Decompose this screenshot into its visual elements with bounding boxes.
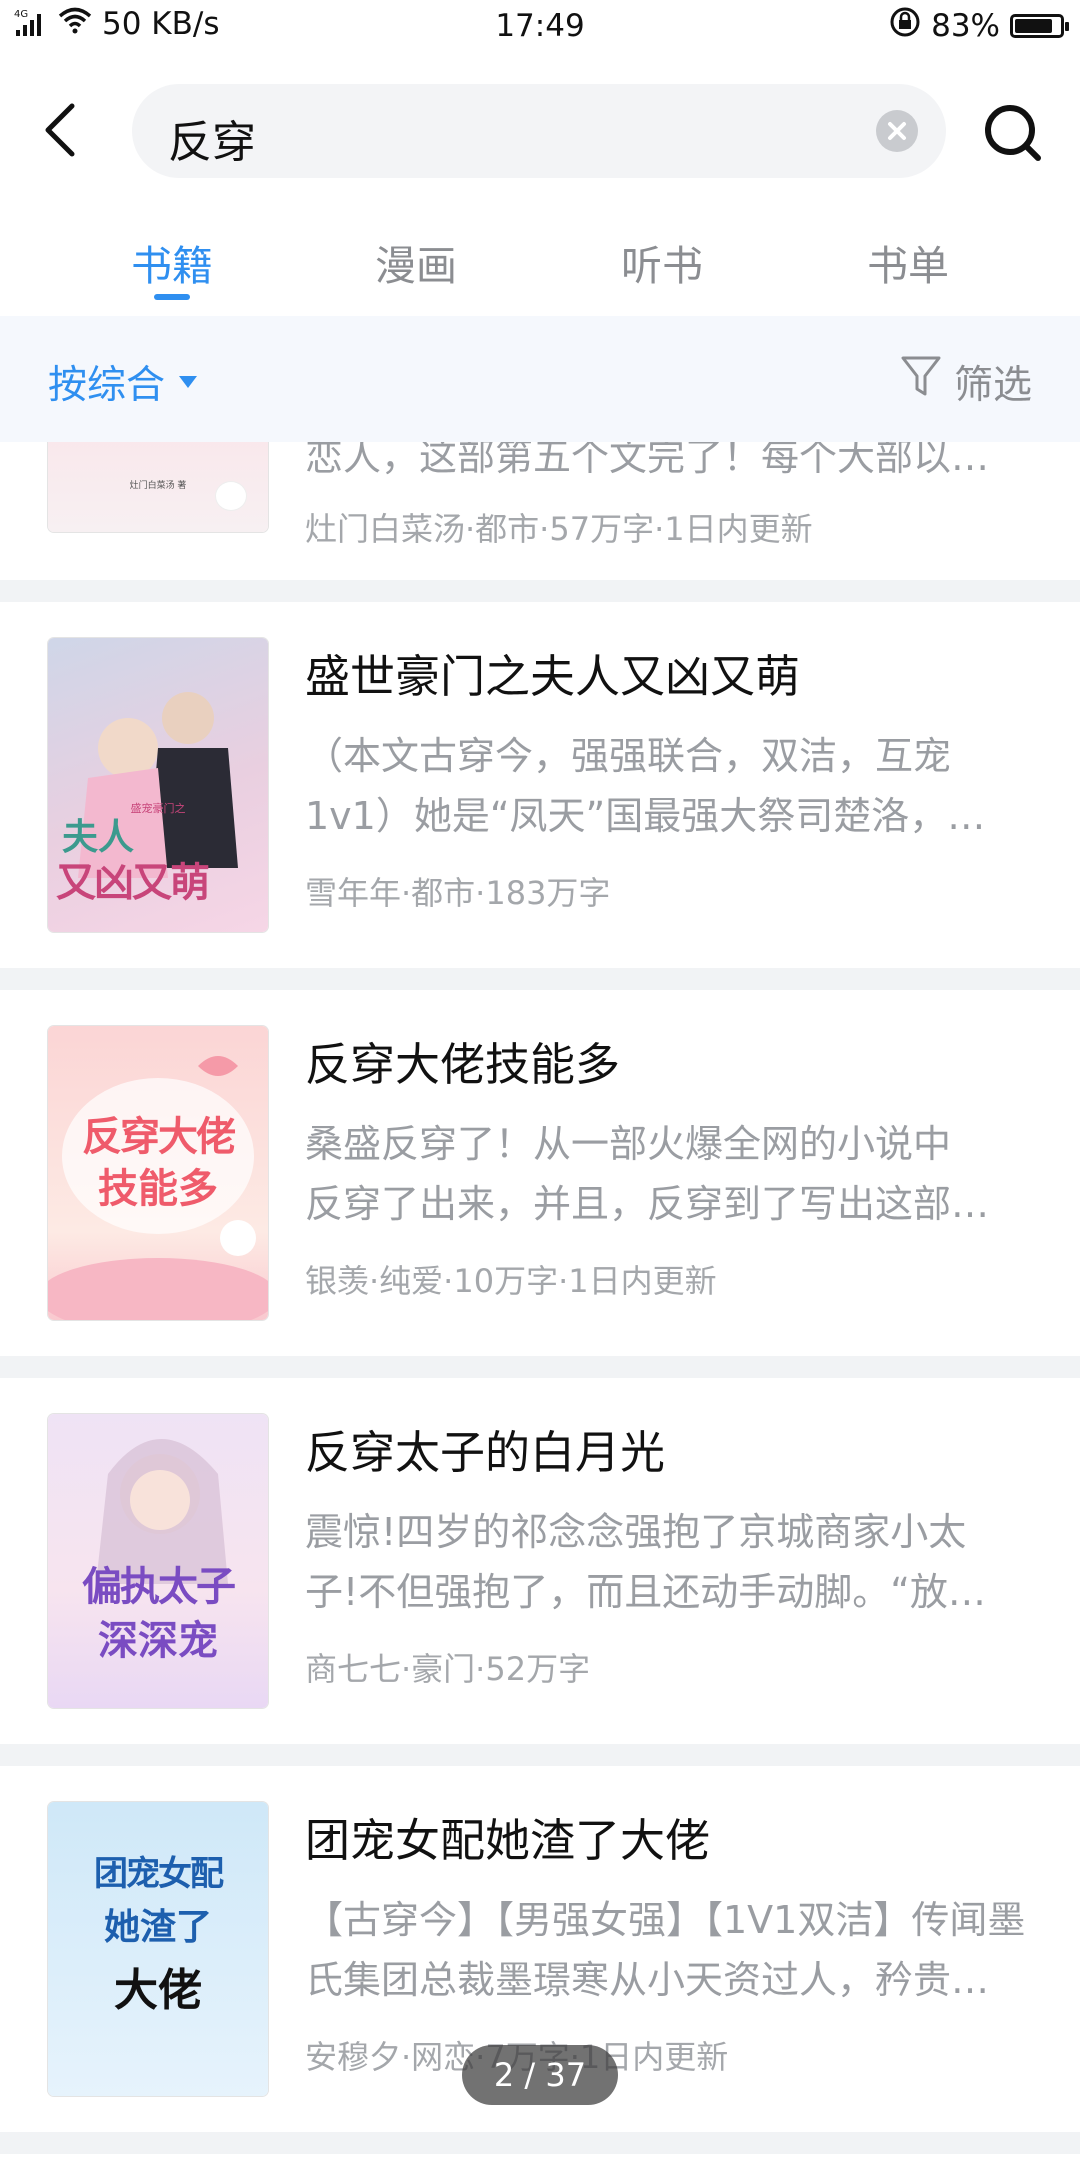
book-title[interactable]: 团宠女配她渣了大佬 xyxy=(305,1804,710,1869)
book-description: （本文古穿今，强强联合，双洁，互宠 1v1）她是“凤天”国最强大祭司楚洛，… xyxy=(305,734,986,838)
book-cover: 团宠女配 她渣了 大佬 xyxy=(48,1802,268,2096)
divider xyxy=(0,1356,1080,1378)
book-meta: 雪年年·都市·183万字 xyxy=(305,874,611,912)
clear-icon[interactable] xyxy=(876,110,918,152)
bunny-illustration xyxy=(216,482,246,510)
divider xyxy=(0,968,1080,990)
battery-level xyxy=(1015,19,1052,33)
sort-dropdown[interactable]: 按综合 xyxy=(48,354,198,410)
sort-label: 按综合 xyxy=(48,363,166,408)
filter-button[interactable]: 筛选 xyxy=(900,354,1032,410)
results-list[interactable]: 灶门白菜汤 著 恋人，这部第五个文完了！每个大部以… 灶门白菜汤·都市·57万字… xyxy=(0,442,1080,2160)
list-item[interactable]: 灶门白菜汤 著 恋人，这部第五个文完了！每个大部以… 灶门白菜汤·都市·57万字… xyxy=(0,442,1080,580)
caret-down-icon xyxy=(179,376,198,388)
active-tab-indicator xyxy=(154,294,190,300)
divider xyxy=(0,580,1080,602)
search-input[interactable]: 反穿 xyxy=(132,84,946,178)
book-cover: 反穿大佬 技能多 xyxy=(48,1026,268,1320)
book-cover: 盛宠豪门之 夫人 又凶又萌 xyxy=(48,638,268,932)
battery-percent: 83% xyxy=(931,8,1000,44)
back-arrow-icon[interactable] xyxy=(36,100,86,160)
cover-title-line-2: 又凶又萌 xyxy=(56,860,210,906)
book-title[interactable]: 盛世豪门之夫人又凶又萌 xyxy=(305,640,800,705)
tab-comics[interactable]: 漫画 xyxy=(326,232,506,292)
page-indicator: 2 / 37 xyxy=(462,2045,618,2105)
bunny-illustration xyxy=(220,1220,256,1256)
book-meta: 银羡·纯爱·10万字·1日内更新 xyxy=(305,1262,717,1300)
search-query[interactable]: 反穿 xyxy=(168,106,256,170)
book-meta: 灶门白菜汤·都市·57万字·1日内更新 xyxy=(305,510,813,548)
divider xyxy=(0,2132,1080,2154)
book-cover: 偏执太子 深深宠 xyxy=(48,1414,268,1708)
book-meta: 商七七·豪门·52万字 xyxy=(305,1650,591,1688)
divider xyxy=(0,1744,1080,1766)
book-title[interactable]: 反穿大佬技能多 xyxy=(305,1028,620,1093)
cover-title-line-1: 团宠女配 xyxy=(94,1854,224,1894)
search-icon[interactable] xyxy=(980,100,1046,166)
search-header: 反穿 xyxy=(0,56,1080,206)
cover-title-line-2: 深深宠 xyxy=(98,1618,218,1664)
book-cover: 灶门白菜汤 著 xyxy=(48,442,268,532)
cover-figure xyxy=(98,718,158,778)
rotation-lock-icon xyxy=(889,6,921,46)
book-description: 【古穿今】【男强女强】【1V1双洁】传闻墨 氏集团总裁墨璟寒从小天资过人，矜贵… xyxy=(305,1898,1026,2002)
battery-icon xyxy=(1010,14,1069,38)
book-description: 恋人，这部第五个文完了！每个大部以… xyxy=(305,442,990,479)
cover-title-line-2: 她渣了 xyxy=(103,1907,212,1948)
filter-bar: 按综合 筛选 xyxy=(0,316,1080,442)
cover-title-line-1: 反穿大佬 xyxy=(82,1114,236,1160)
book-description: 桑盛反穿了！从一部火爆全网的小说中 反穿了出来，并且，反穿到了写出这部… xyxy=(305,1122,990,1226)
cover-title-line-2: 技能多 xyxy=(98,1166,218,1212)
funnel-icon xyxy=(900,354,942,410)
cover-title-line-1: 偏执太子 xyxy=(82,1564,236,1610)
list-item[interactable]: 盛宠豪门之 夫人 又凶又萌 盛世豪门之夫人又凶又萌 （本文古穿今，强强联合，双洁… xyxy=(0,602,1080,968)
book-title[interactable]: 反穿太子的白月光 xyxy=(305,1416,665,1481)
filter-label: 筛选 xyxy=(953,363,1032,408)
tab-audiobooks[interactable]: 听书 xyxy=(572,232,752,292)
tab-booklists[interactable]: 书单 xyxy=(818,232,998,292)
list-item[interactable]: 偏执太子 深深宠 反穿太子的白月光 震惊!四岁的祁念念强抱了京城商家小太 子!不… xyxy=(0,1378,1080,1744)
status-bar: 4G 50 KB/s 17:49 83% xyxy=(0,0,1080,56)
tab-books[interactable]: 书籍 xyxy=(82,232,262,292)
list-item[interactable]: 反穿大佬 技能多 反穿大佬技能多 桑盛反穿了！从一部火爆全网的小说中 反穿了出来… xyxy=(0,990,1080,1356)
cover-title-line-3: 大佬 xyxy=(114,1965,202,2016)
book-description: 震惊!四岁的祁念念强抱了京城商家小太 子!不但强抱了，而且还动手动脚。“放… xyxy=(305,1510,986,1614)
category-tabs: 书籍 漫画 听书 书单 xyxy=(0,206,1080,316)
